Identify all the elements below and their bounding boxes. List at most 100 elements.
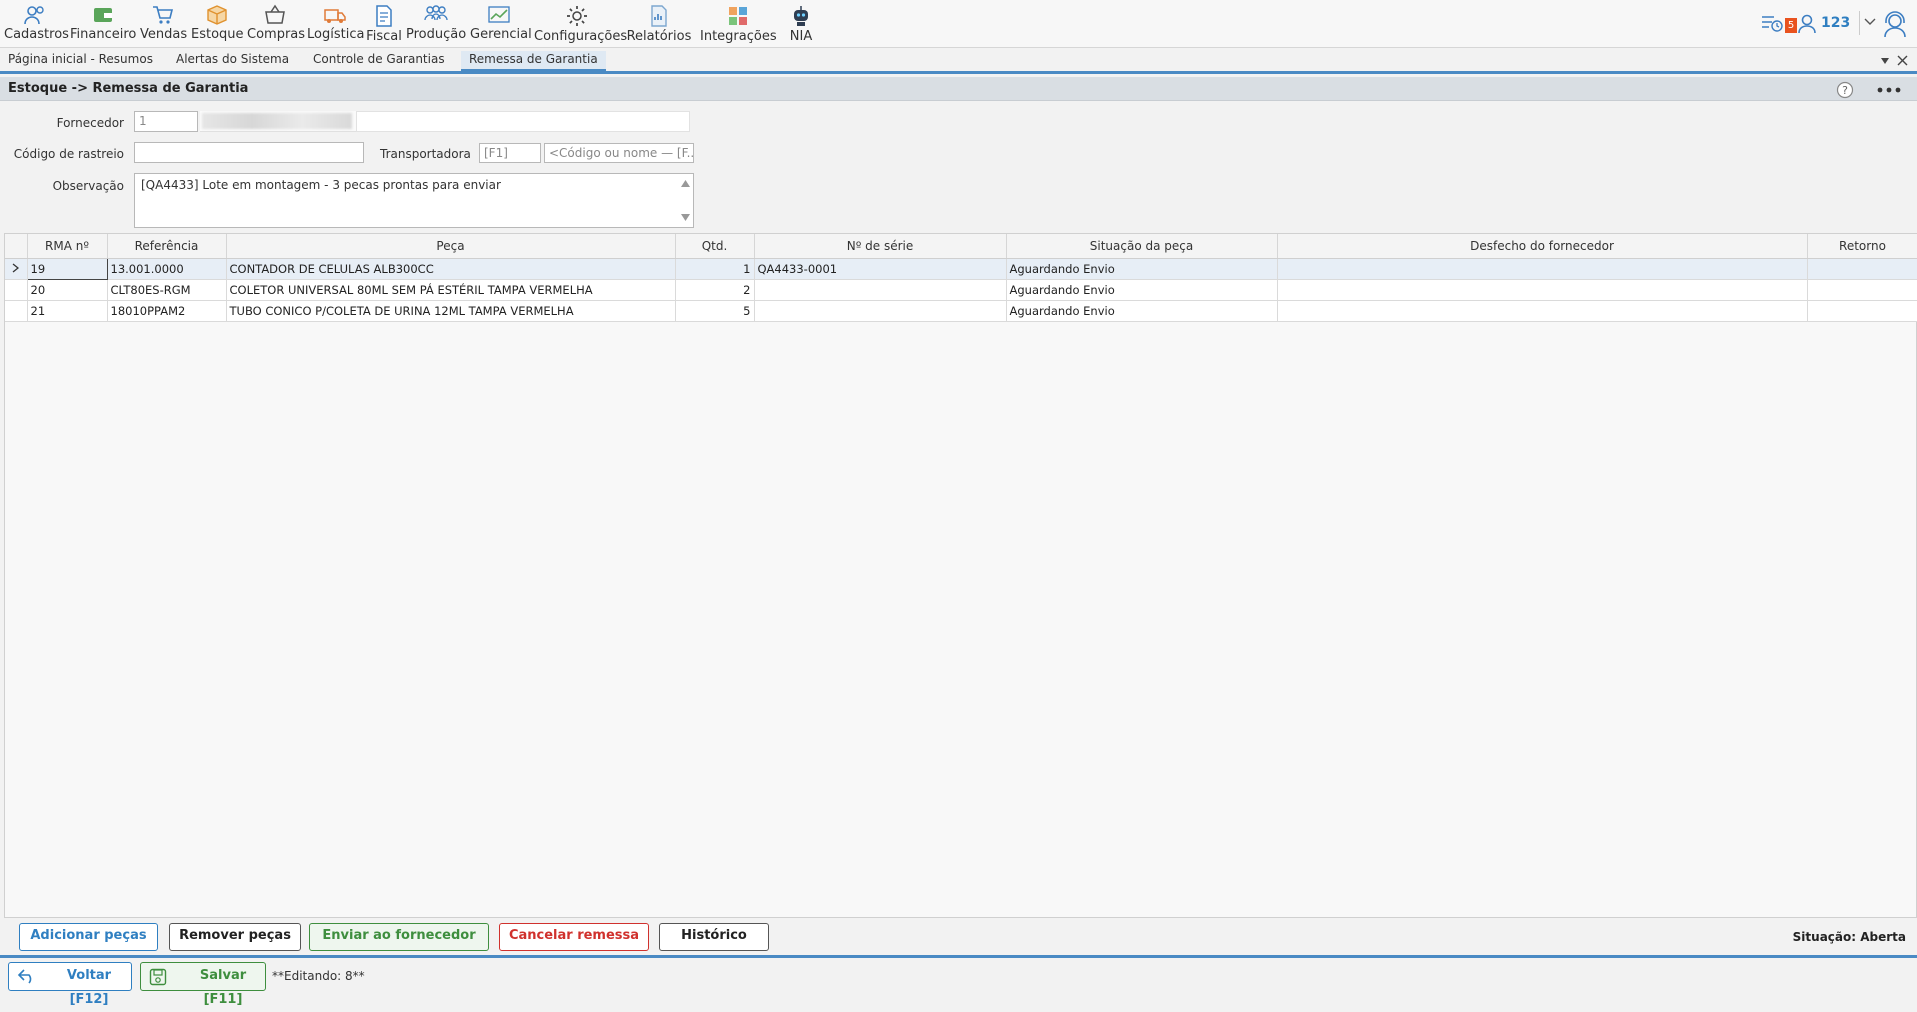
rastreio-input[interactable] (134, 142, 364, 163)
cell-peca[interactable]: TUBO CONICO P/COLETA DE URINA 12ML TAMPA… (226, 300, 676, 322)
user-number[interactable]: 123 (1821, 15, 1850, 31)
observacao-text: [QA4433] Lote em montagem - 3 pecas pron… (141, 178, 501, 192)
history-list-icon[interactable] (1761, 14, 1783, 32)
add-parts-button[interactable]: Adicionar peças (19, 923, 158, 951)
menu-vendas[interactable]: Vendas (140, 2, 187, 46)
cell-qtd[interactable]: 2 (675, 279, 755, 301)
bottom-bar: Voltar [F12] Salvar [F11] **Editando: 8*… (0, 955, 1917, 1007)
box-icon (207, 5, 227, 25)
close-icon[interactable] (1897, 55, 1908, 66)
menu-integracoes[interactable]: Integrações (700, 2, 777, 46)
transportadora-code-input[interactable]: [F1] (479, 143, 541, 163)
menu-fiscal[interactable]: Fiscal (366, 2, 402, 46)
menu-cadastros[interactable]: Cadastros (4, 2, 69, 46)
cell-referencia[interactable]: CLT80ES-RGM (107, 279, 227, 301)
menu-configuracoes[interactable]: Configurações (534, 2, 627, 46)
menu-label: Financeiro (70, 27, 137, 42)
menu-logistica[interactable]: Logística (307, 2, 364, 46)
cell-desfecho[interactable] (1277, 300, 1808, 322)
puzzle-icon (729, 7, 747, 25)
page-title: Estoque -> Remessa de Garantia (8, 81, 249, 96)
column-header[interactable]: RMA nº (27, 234, 108, 259)
tab-pagina-inicial[interactable]: Página inicial - Resumos (0, 51, 160, 71)
save-button-label: Salvar [F11] (199, 968, 247, 1007)
page-title-bar: Estoque -> Remessa de Garantia ? (0, 77, 1917, 101)
row-indicator (5, 300, 28, 322)
transportadora-name-input[interactable]: <Código ou nome — [F... (544, 143, 694, 163)
items-table: RMA nº Referência Peça Qtd. Nº de série … (5, 234, 1917, 322)
cell-situacao[interactable]: Aguardando Envio (1006, 258, 1278, 280)
cell-qtd[interactable]: 1 (675, 258, 755, 280)
menu-nia[interactable]: NIA (784, 2, 818, 46)
cell-peca[interactable]: CONTADOR DE CELULAS ALB300CC (226, 258, 676, 280)
send-to-supplier-button[interactable]: Enviar ao fornecedor (309, 923, 489, 951)
tab-alertas[interactable]: Alertas do Sistema (168, 51, 298, 71)
cell-retorno[interactable] (1807, 300, 1917, 322)
help-icon[interactable]: ? (1836, 81, 1854, 99)
menu-estoque[interactable]: Estoque (191, 2, 244, 46)
menu-relatorios[interactable]: Relatórios (626, 2, 692, 46)
cell-serie[interactable] (754, 300, 1007, 322)
cell-qtd[interactable]: 5 (675, 300, 755, 322)
scroll-up-icon[interactable] (681, 180, 690, 187)
menu-label: Cadastros (4, 27, 69, 42)
document-icon (376, 5, 392, 27)
support-agent-icon[interactable] (1881, 10, 1909, 38)
scroll-down-icon[interactable] (681, 214, 690, 221)
column-header[interactable]: Situação da peça (1006, 234, 1278, 259)
people-icon (24, 6, 44, 25)
tab-remessa-garantia[interactable]: Remessa de Garantia (461, 51, 606, 71)
column-header[interactable]: Qtd. (675, 234, 755, 259)
menu-label: Integrações (700, 29, 777, 44)
cancel-shipment-button[interactable]: Cancelar remessa (499, 923, 649, 951)
column-header[interactable]: Peça (226, 234, 676, 259)
column-header[interactable]: Retorno (1807, 234, 1917, 259)
menu-financeiro[interactable]: Financeiro (70, 2, 136, 46)
column-header[interactable]: Nº de série (754, 234, 1007, 259)
cell-retorno[interactable] (1807, 279, 1917, 301)
cell-retorno[interactable] (1807, 258, 1917, 280)
row-indicator (5, 258, 28, 280)
remove-parts-button[interactable]: Remover peças (169, 923, 301, 951)
cell-referencia[interactable]: 18010PPAM2 (107, 300, 227, 322)
fornecedor-name-field[interactable] (200, 111, 690, 132)
fornecedor-code-field[interactable]: 1 (134, 111, 198, 132)
back-button[interactable]: Voltar [F12] (8, 962, 132, 1007)
table-row[interactable]: 19 13.001.0000 CONTADOR DE CELULAS ALB30… (5, 257, 1917, 280)
cell-rma[interactable]: 20 (27, 279, 108, 301)
cell-referencia[interactable]: 13.001.0000 (107, 258, 227, 280)
rastreio-label: Código de rastreio (13, 147, 124, 161)
cell-rma[interactable]: 21 (27, 300, 108, 322)
wallet-icon (94, 8, 112, 22)
items-grid: RMA nº Referência Peça Qtd. Nº de série … (4, 233, 1917, 918)
cell-rma[interactable]: 19 (26, 257, 108, 280)
tab-bar: Página inicial - Resumos Alertas do Sist… (0, 48, 1917, 74)
notification-badge[interactable]: 5 (1785, 18, 1797, 33)
cell-situacao[interactable]: Aguardando Envio (1006, 300, 1278, 322)
menu-gerencial[interactable]: Gerencial (470, 2, 532, 46)
user-dropdown-chevron-icon[interactable] (1859, 11, 1860, 35)
cell-peca[interactable]: COLETOR UNIVERSAL 80ML SEM PÁ ESTÉRIL TA… (226, 279, 676, 301)
chevron-down-icon[interactable] (1864, 18, 1876, 26)
table-row[interactable]: 20 CLT80ES-RGM COLETOR UNIVERSAL 80ML SE… (5, 279, 1917, 301)
cell-situacao[interactable]: Aguardando Envio (1006, 279, 1278, 301)
cell-serie[interactable]: QA4433-0001 (754, 258, 1007, 280)
menu-label: Compras (247, 27, 306, 42)
column-header[interactable]: Referência (107, 234, 227, 259)
save-button[interactable]: Salvar [F11] (140, 962, 266, 1007)
observacao-textarea[interactable]: [QA4433] Lote em montagem - 3 pecas pron… (134, 173, 694, 228)
table-row[interactable]: 21 18010PPAM2 TUBO CONICO P/COLETA DE UR… (5, 300, 1917, 322)
tab-controle-garantias[interactable]: Controle de Garantias (305, 51, 455, 71)
cell-desfecho[interactable] (1277, 279, 1808, 301)
tab-list-dropdown-icon[interactable] (1880, 57, 1890, 65)
row-indicator (5, 279, 28, 301)
user-icon[interactable] (1797, 14, 1819, 34)
chart-icon (488, 6, 510, 23)
cell-desfecho[interactable] (1277, 258, 1808, 280)
history-button[interactable]: Histórico (659, 923, 769, 951)
more-options-icon[interactable] (1877, 87, 1901, 93)
menu-producao[interactable]: Produção (406, 2, 466, 46)
cell-serie[interactable] (754, 279, 1007, 301)
menu-compras[interactable]: Compras (247, 2, 306, 46)
column-header[interactable]: Desfecho do fornecedor (1277, 234, 1808, 259)
